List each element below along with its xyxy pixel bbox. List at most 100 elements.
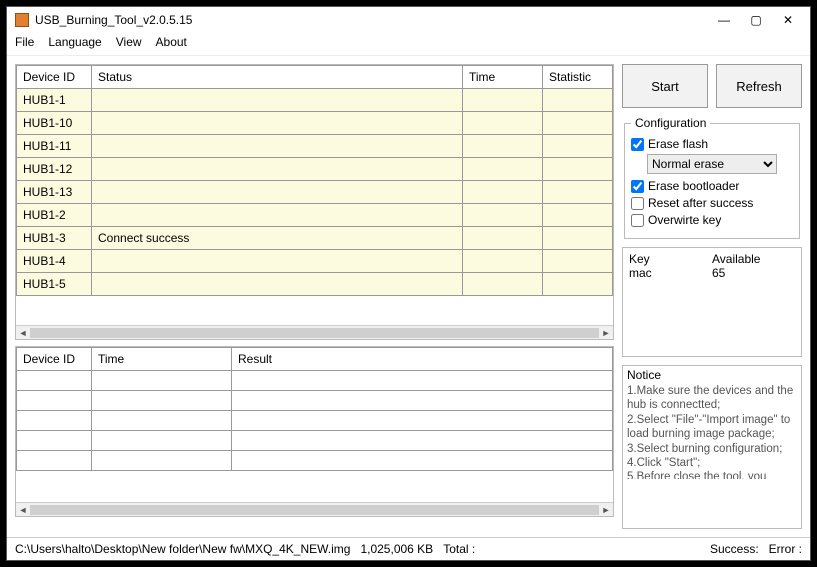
key-cell-value: 65 [712,266,795,280]
cell-device_id: HUB1-10 [17,112,92,135]
cell-status [92,181,463,204]
menu-view[interactable]: View [116,35,142,49]
erase-bootloader-checkbox[interactable] [631,180,644,193]
device-col-statistic[interactable]: Statistic [543,66,613,89]
status-error: Error : [769,542,802,556]
reset-after-label: Reset after success [648,196,753,210]
table-row[interactable]: HUB1-5 [17,273,613,296]
cell-time [463,273,543,296]
reset-after-checkbox[interactable] [631,197,644,210]
overwrite-key-checkbox[interactable] [631,214,644,227]
cell-device_id: HUB1-11 [17,135,92,158]
table-row[interactable]: HUB1-11 [17,135,613,158]
cell-statistic [543,227,613,250]
menubar: File Language View About [7,33,810,56]
table-row[interactable]: HUB1-12 [17,158,613,181]
status-success: Success: [710,542,759,556]
log-col-result[interactable]: Result [232,348,613,371]
device-table: Device ID Status Time Statistic HUB1-1HU… [16,65,613,296]
cell-device_id: HUB1-5 [17,273,92,296]
table-row[interactable] [17,391,613,411]
cell-device_id: HUB1-13 [17,181,92,204]
scroll-left-icon[interactable]: ◄ [16,326,30,340]
notice-panel: Notice 1.Make sure the devices and the h… [622,365,802,529]
cell-device_id: HUB1-1 [17,89,92,112]
key-header-available[interactable]: Available [712,252,795,266]
cell-statistic [543,273,613,296]
configuration-legend: Configuration [631,116,710,130]
device-table-wrap: Device ID Status Time Statistic HUB1-1HU… [15,64,614,340]
cell-statistic [543,112,613,135]
device-table-scroll[interactable]: Device ID Status Time Statistic HUB1-1HU… [16,65,613,325]
device-col-status[interactable]: Status [92,66,463,89]
cell-device_id: HUB1-12 [17,158,92,181]
status-total: Total : [443,542,475,556]
cell-device_id: HUB1-2 [17,204,92,227]
scroll-right-icon[interactable]: ► [599,503,613,517]
cell-statistic [543,135,613,158]
scroll-right-icon[interactable]: ► [599,326,613,340]
minimize-button[interactable]: — [710,11,738,29]
log-hscrollbar[interactable]: ◄ ► [16,502,613,516]
cell-statistic [543,204,613,227]
device-col-id[interactable]: Device ID [17,66,92,89]
notice-title: Notice [627,368,797,382]
table-row[interactable] [17,431,613,451]
device-hscrollbar[interactable]: ◄ ► [16,325,613,339]
titlebar: USB_Burning_Tool_v2.0.5.15 — ▢ ✕ [7,7,810,33]
window-title: USB_Burning_Tool_v2.0.5.15 [35,13,706,27]
menu-language[interactable]: Language [48,35,101,49]
table-row[interactable] [17,411,613,431]
cell-time [463,250,543,273]
erase-flash-label: Erase flash [648,137,708,151]
maximize-button[interactable]: ▢ [742,11,770,29]
cell-time [463,181,543,204]
cell-status [92,158,463,181]
table-row[interactable]: HUB1-1 [17,89,613,112]
cell-statistic [543,89,613,112]
scroll-thumb[interactable] [30,328,599,338]
menu-file[interactable]: File [15,35,34,49]
close-button[interactable]: ✕ [774,11,802,29]
cell-status [92,204,463,227]
cell-time [463,204,543,227]
key-row[interactable]: mac 65 [629,266,795,280]
log-col-time[interactable]: Time [92,348,232,371]
table-row[interactable]: HUB1-13 [17,181,613,204]
key-header-key[interactable]: Key [629,252,712,266]
overwrite-key-label: Overwirte key [648,213,721,227]
cell-status [92,112,463,135]
device-col-time[interactable]: Time [463,66,543,89]
table-row[interactable]: HUB1-2 [17,204,613,227]
cell-statistic [543,181,613,204]
cell-time [463,158,543,181]
scroll-left-icon[interactable]: ◄ [16,503,30,517]
table-row[interactable]: HUB1-4 [17,250,613,273]
scroll-thumb[interactable] [30,505,599,515]
action-buttons: Start Refresh [622,64,802,108]
cell-device_id: HUB1-4 [17,250,92,273]
cell-status [92,89,463,112]
table-row[interactable]: HUB1-10 [17,112,613,135]
cell-status [92,273,463,296]
erase-flash-checkbox[interactable] [631,138,644,151]
log-table-wrap: Device ID Time Result [15,346,614,517]
log-col-deviceid[interactable]: Device ID [17,348,92,371]
key-panel: Key Available mac 65 [622,247,802,357]
erase-mode-select[interactable]: Normal erase [647,154,777,174]
start-button[interactable]: Start [622,64,708,108]
log-table: Device ID Time Result [16,347,613,471]
table-row[interactable]: HUB1-3Connect success [17,227,613,250]
log-table-scroll[interactable]: Device ID Time Result [16,347,613,502]
cell-status [92,135,463,158]
table-row[interactable] [17,451,613,471]
cell-time [463,227,543,250]
table-row[interactable] [17,371,613,391]
cell-time [463,135,543,158]
cell-time [463,89,543,112]
cell-statistic [543,250,613,273]
status-filesize: 1,025,006 KB [360,542,433,556]
cell-status [92,250,463,273]
refresh-button[interactable]: Refresh [716,64,802,108]
menu-about[interactable]: About [156,35,187,49]
